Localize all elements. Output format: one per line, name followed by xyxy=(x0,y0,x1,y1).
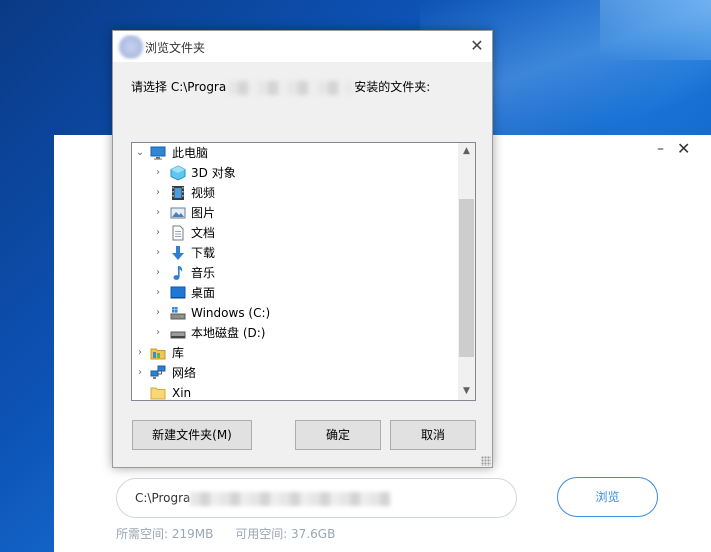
redacted-app-name xyxy=(228,80,353,95)
tree-item-label: 图片 xyxy=(191,206,216,220)
scroll-up-icon[interactable]: ▲ xyxy=(458,143,475,160)
desktop-icon xyxy=(170,285,186,301)
tree-item-pictures[interactable]: › 图片 xyxy=(132,203,458,223)
close-icon[interactable]: ✕ xyxy=(468,37,486,55)
scrollbar-thumb[interactable] xyxy=(459,199,474,357)
prompt-suffix: 安装的文件夹: xyxy=(354,80,431,94)
browse-button[interactable]: 浏览 xyxy=(557,477,658,517)
tree-item-label: 桌面 xyxy=(191,286,216,300)
tree-item-label: 库 xyxy=(172,346,185,360)
prompt-prefix: 请选择 C:\Progra xyxy=(131,80,227,94)
tree-item-label: 网络 xyxy=(172,366,197,380)
cancel-button[interactable]: 取消 xyxy=(390,420,476,450)
chevron-right-icon[interactable]: › xyxy=(134,363,146,383)
folder-tree[interactable]: ⌄ 此电脑 › 3D 对象 › 视频 › 图片 › 文档 › 下载 › 音乐 ›… xyxy=(131,142,476,401)
install-path-input[interactable]: C:\Progra xyxy=(116,478,517,518)
tree-item-network[interactable]: › 网络 xyxy=(132,363,458,383)
tree-item-3d-objects[interactable]: › 3D 对象 xyxy=(132,163,458,183)
chevron-right-icon[interactable]: › xyxy=(152,323,164,343)
tree-item-label: 视频 xyxy=(191,186,216,200)
disk-space-info: 所需空间: 219MB 可用空间: 37.6GB xyxy=(116,525,353,542)
chevron-right-icon[interactable]: › xyxy=(152,243,164,263)
install-path-value: C:\Progra xyxy=(135,491,191,505)
video-icon xyxy=(170,185,186,201)
tree-item-label: Windows (C:) xyxy=(191,306,271,320)
resize-grip-icon[interactable] xyxy=(481,456,491,466)
desktop-wallpaper-glow xyxy=(600,0,711,60)
chevron-right-icon[interactable]: › xyxy=(152,283,164,303)
tree-scrollbar[interactable]: ▲ ▼ xyxy=(458,143,475,400)
library-icon xyxy=(150,345,166,361)
network-icon xyxy=(150,365,166,381)
chevron-right-icon[interactable]: › xyxy=(152,203,164,223)
download-icon xyxy=(170,245,186,261)
tree-item-this-pc[interactable]: ⌄ 此电脑 xyxy=(132,143,458,163)
chevron-right-icon[interactable]: › xyxy=(152,263,164,283)
minimize-icon[interactable]: – xyxy=(657,142,671,156)
pictures-icon xyxy=(170,205,186,221)
tree-item-label: 本地磁盘 (D:) xyxy=(191,326,266,340)
available-space-label: 可用空间: 37.6GB xyxy=(235,527,336,541)
tree-item-documents[interactable]: › 文档 xyxy=(132,223,458,243)
chevron-right-icon[interactable]: › xyxy=(152,223,164,243)
3d-objects-icon xyxy=(170,165,186,181)
required-space-label: 所需空间: 219MB xyxy=(116,527,214,541)
tree-item-desktop[interactable]: › 桌面 xyxy=(132,283,458,303)
tree-item-libraries[interactable]: › 库 xyxy=(132,343,458,363)
close-icon[interactable]: ✕ xyxy=(677,141,693,157)
tree-item-label: 文档 xyxy=(191,226,216,240)
local-disk-icon xyxy=(170,325,186,341)
chevron-right-icon[interactable]: › xyxy=(152,303,164,323)
music-icon xyxy=(170,265,186,281)
windows-drive-icon xyxy=(170,305,186,321)
tree-item-label: 下载 xyxy=(191,246,216,260)
tree-item-drive-c[interactable]: › Windows (C:) xyxy=(132,303,458,323)
chevron-right-icon[interactable]: › xyxy=(152,163,164,183)
chevron-right-icon[interactable]: › xyxy=(152,183,164,203)
chevron-down-icon[interactable]: ⌄ xyxy=(134,143,146,163)
tree-item-music[interactable]: › 音乐 xyxy=(132,263,458,283)
app-icon xyxy=(117,35,145,59)
tree-item-videos[interactable]: › 视频 xyxy=(132,183,458,203)
chevron-right-icon[interactable]: › xyxy=(134,343,146,363)
new-folder-button[interactable]: 新建文件夹(M) xyxy=(132,420,252,450)
scroll-down-icon[interactable]: ▼ xyxy=(458,383,475,400)
dialog-prompt: 请选择 C:\Progra 安装的文件夹: xyxy=(131,78,430,95)
dialog-title: 浏览文件夹 xyxy=(145,41,206,55)
tree-item-label: 此电脑 xyxy=(172,146,209,160)
tree-item-downloads[interactable]: › 下载 xyxy=(132,243,458,263)
browse-folder-dialog: 浏览文件夹 ✕ 请选择 C:\Progra 安装的文件夹: ⌄ 此电脑 › 3D … xyxy=(112,30,493,468)
tree-item-label: 音乐 xyxy=(191,266,216,280)
tree-item-label: Xin xyxy=(172,386,192,400)
folder-icon xyxy=(150,385,166,400)
dialog-titlebar[interactable]: 浏览文件夹 ✕ xyxy=(113,31,492,62)
documents-icon xyxy=(170,225,186,241)
tree-item-xin[interactable]: Xin xyxy=(132,383,458,400)
ok-button[interactable]: 确定 xyxy=(295,420,381,450)
tree-item-label: 3D 对象 xyxy=(191,166,236,180)
tree-item-drive-d[interactable]: › 本地磁盘 (D:) xyxy=(132,323,458,343)
redacted-path xyxy=(190,491,391,506)
computer-icon xyxy=(150,145,166,161)
